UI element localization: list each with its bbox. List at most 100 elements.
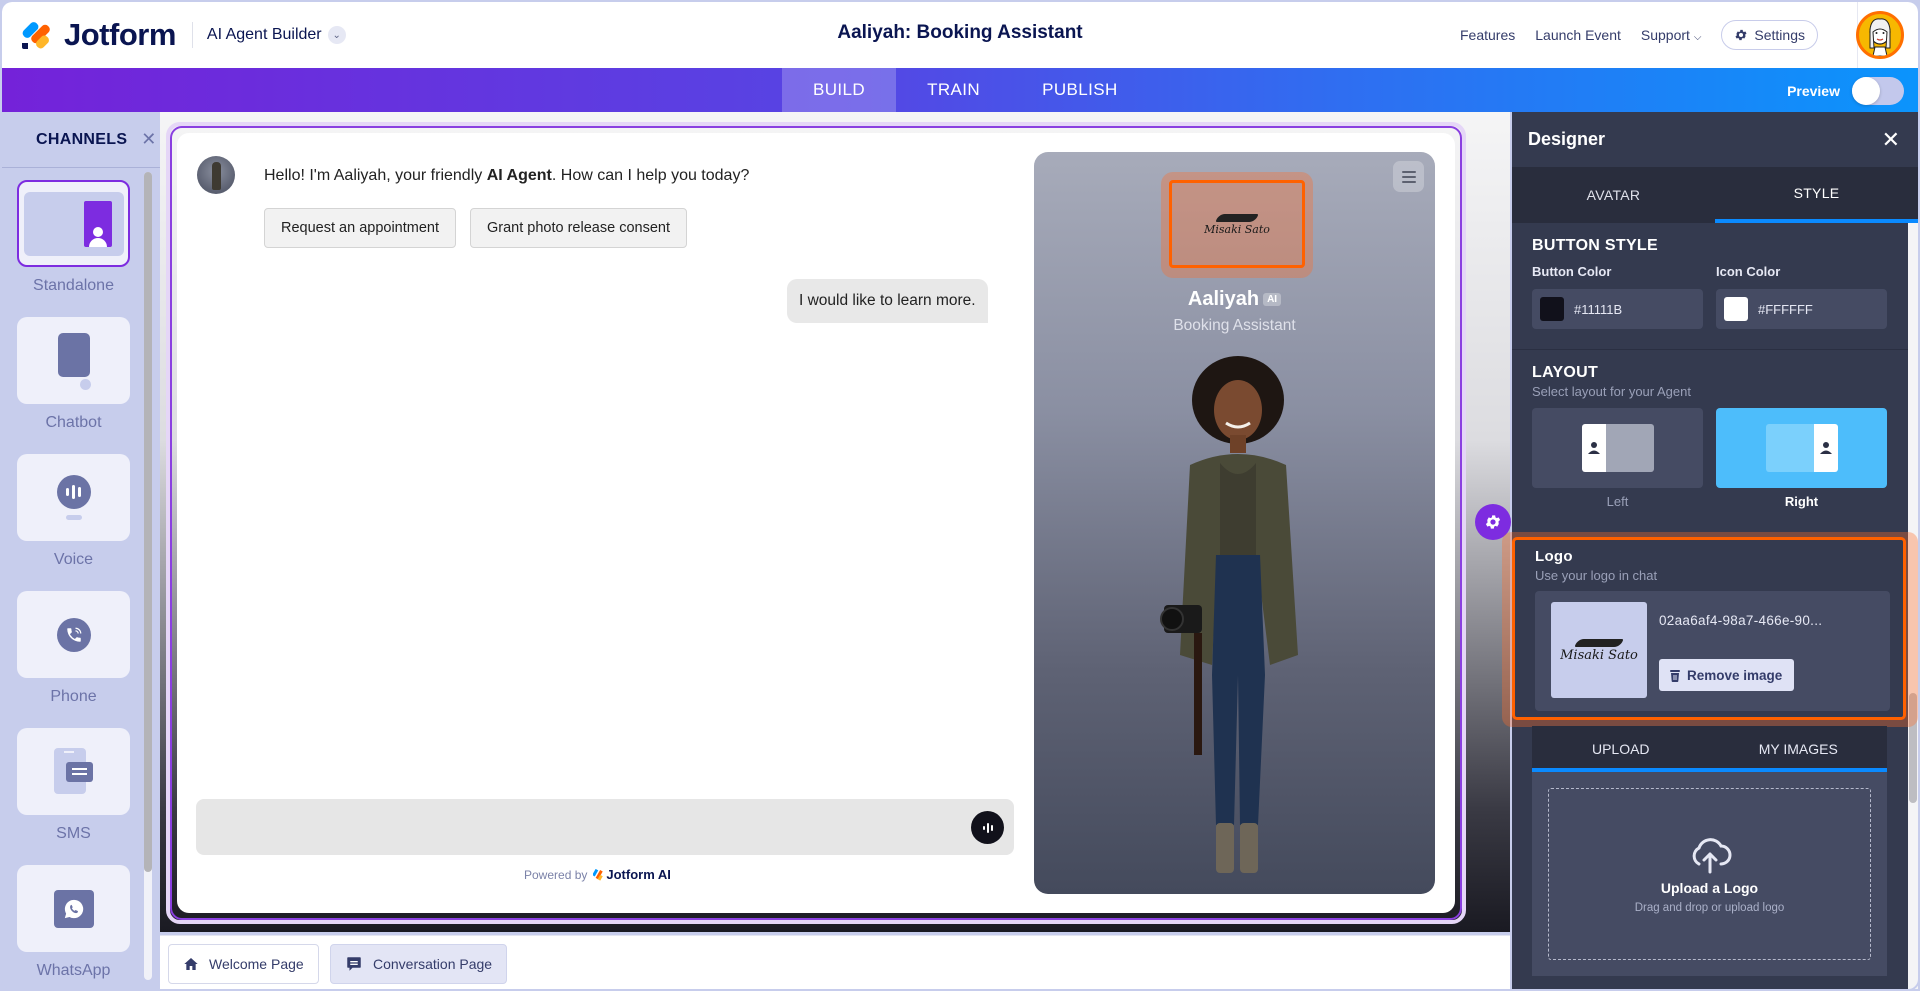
tab-train[interactable]: TRAIN (896, 68, 1011, 112)
launch-event-link[interactable]: Launch Event (1535, 27, 1621, 43)
channel-voice[interactable]: Voice (17, 454, 130, 569)
voice-input-button[interactable] (971, 811, 1004, 844)
channel-sms[interactable]: SMS (17, 728, 130, 843)
section-divider (1512, 349, 1908, 350)
layout-subtitle: Select layout for your Agent (1532, 384, 1691, 399)
features-link[interactable]: Features (1460, 27, 1515, 43)
whatsapp-icon (53, 889, 94, 928)
icon-color-field[interactable]: #FFFFFF (1716, 289, 1887, 329)
upload-tabs: UPLOAD MY IMAGES (1532, 726, 1887, 771)
logo-section: Logo Use your logo in chat Misaki Sato 0… (1512, 537, 1906, 720)
standalone-icon (23, 191, 124, 256)
tab-avatar[interactable]: AVATAR (1512, 167, 1715, 223)
chatbot-icon (54, 331, 94, 391)
phone-icon (56, 617, 91, 652)
product-switcher[interactable]: AI Agent Builder (207, 26, 322, 44)
channel-label: Chatbot (45, 414, 102, 431)
button-style-title: BUTTON STYLE (1532, 237, 1658, 254)
chat-input[interactable] (196, 799, 1014, 855)
channel-label: SMS (56, 825, 91, 842)
tab-welcome-page[interactable]: Welcome Page (168, 944, 319, 984)
button-color-field[interactable]: #11111B (1532, 289, 1703, 329)
chevron-down-icon[interactable]: ⌄ (327, 26, 346, 44)
logo-text: Misaki Sato (1204, 222, 1270, 236)
toggle-knob (1852, 77, 1880, 105)
scrollbar-thumb[interactable] (144, 172, 152, 872)
logo-card: Misaki Sato 02aa6af4-98a7-466e-90... Rem… (1535, 591, 1890, 711)
logo-thumbnail: Misaki Sato (1551, 602, 1647, 698)
brand-name: Jotform (64, 17, 176, 52)
page-tab-label: Conversation Page (373, 956, 493, 972)
page-tabs: Welcome Page Conversation Page (160, 935, 1510, 989)
jotform-logo-icon (593, 868, 604, 881)
logo-title: Logo (1535, 548, 1573, 565)
voice-icon (54, 473, 94, 523)
page-tab-label: Welcome Page (209, 956, 304, 972)
designer-title: Designer (1528, 129, 1606, 149)
bot-avatar (197, 156, 235, 194)
tab-my-images[interactable]: MY IMAGES (1710, 726, 1888, 771)
layout-option-right[interactable] (1716, 408, 1887, 488)
settings-button[interactable]: Settings (1721, 20, 1818, 50)
logo-dropzone[interactable]: Upload a Logo Drag and drop or upload lo… (1548, 788, 1871, 960)
channel-label: WhatsApp (36, 962, 111, 979)
top-header: Jotform AI Agent Builder ⌄ Aaliyah: Book… (2, 2, 1918, 68)
channels-scrollbar[interactable] (144, 172, 152, 980)
jotform-ai-link[interactable]: Jotform AI (593, 867, 671, 882)
preview-toggle[interactable] (1852, 77, 1904, 105)
support-menu[interactable]: Support ⌵ (1641, 27, 1702, 43)
gear-icon (1485, 515, 1501, 529)
channel-label: Phone (50, 688, 97, 705)
greeting-text: . How can I help you today? (551, 167, 750, 184)
audio-wave-icon (982, 822, 993, 833)
greeting-text: Hello! I'm Aaliyah, your friendly (264, 167, 487, 184)
color-swatch[interactable] (1724, 297, 1748, 321)
channel-whatsapp[interactable]: WhatsApp (17, 865, 130, 980)
tab-conversation-page[interactable]: Conversation Page (330, 944, 508, 984)
hamburger-menu-icon[interactable] (1393, 161, 1424, 192)
jotform-logo[interactable]: Jotform (20, 17, 176, 53)
tab-style[interactable]: STYLE (1715, 167, 1918, 223)
tab-publish[interactable]: PUBLISH (1011, 68, 1149, 112)
layout-right-icon (1765, 424, 1838, 472)
cloud-upload-icon (1692, 838, 1731, 874)
close-icon[interactable]: ✕ (1882, 127, 1900, 153)
quick-reply-request-appointment[interactable]: Request an appointment (264, 208, 456, 248)
remove-image-button[interactable]: Remove image (1659, 659, 1795, 691)
color-swatch[interactable] (1540, 297, 1564, 321)
jotform-logo-icon (20, 19, 52, 51)
logo-subtitle: Use your logo in chat (1535, 568, 1658, 583)
channel-standalone[interactable]: Standalone (17, 180, 130, 295)
remove-image-label: Remove image (1687, 667, 1783, 683)
layout-option-left[interactable] (1532, 408, 1703, 488)
agent-logo: Misaki Sato (1169, 180, 1305, 268)
tab-upload[interactable]: UPLOAD (1532, 726, 1710, 771)
chevron-down-icon: ⌵ (1693, 32, 1702, 43)
logo-text: Misaki Sato (1560, 647, 1638, 663)
agent-name: Aaliyah AI (1034, 288, 1435, 311)
settings-label: Settings (1754, 27, 1805, 43)
channels-title: CHANNELS (36, 130, 128, 148)
upload-subtitle: Drag and drop or upload logo (1634, 902, 1785, 914)
channel-label: Standalone (33, 277, 114, 294)
button-color-value: #11111B (1574, 301, 1623, 317)
button-color-label: Button Color (1532, 264, 1612, 279)
home-icon (184, 958, 198, 970)
tab-build[interactable]: BUILD (782, 68, 897, 112)
agent-name-text: Aaliyah (1187, 288, 1260, 310)
user-avatar[interactable] (1856, 11, 1904, 59)
layout-left-icon (1581, 424, 1654, 472)
layout-option-label: Left (1606, 494, 1629, 509)
user-message: I would like to learn more. (787, 279, 988, 323)
channels-sidebar: CHANNELS ✕ Standalone Chatbot Voice Phon… (2, 112, 160, 989)
powered-by: Powered by Jotform AI (524, 867, 671, 882)
layout-title: LAYOUT (1532, 364, 1599, 381)
layout-option-label: Right (1784, 494, 1819, 509)
channel-phone[interactable]: Phone (17, 591, 130, 706)
quick-reply-photo-consent[interactable]: Grant photo release consent (470, 208, 687, 248)
gear-icon (1735, 29, 1747, 41)
close-icon[interactable]: ✕ (141, 129, 156, 150)
greeting-bold: AI Agent (486, 167, 552, 184)
channel-chatbot[interactable]: Chatbot (17, 317, 130, 432)
icon-color-value: #FFFFFF (1758, 301, 1813, 317)
